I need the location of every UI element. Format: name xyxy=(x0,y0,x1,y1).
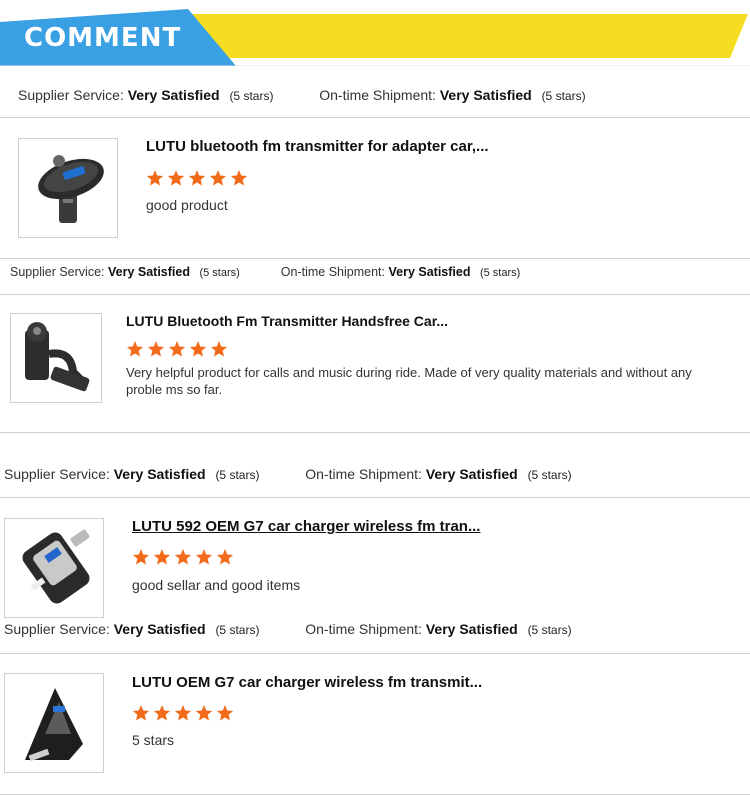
star-icon xyxy=(174,705,192,721)
divider xyxy=(0,432,750,433)
divider xyxy=(0,497,750,498)
review-comment: good sellar and good items xyxy=(132,577,301,593)
divider xyxy=(0,653,750,654)
product-thumbnail[interactable] xyxy=(18,138,118,238)
product-thumbnail[interactable] xyxy=(4,518,104,618)
star-rating xyxy=(132,548,237,568)
review-comment: Very helpful product for calls and music… xyxy=(126,365,692,397)
star-icon xyxy=(132,549,150,565)
star-icon xyxy=(216,705,234,721)
divider xyxy=(0,117,750,118)
star-icon xyxy=(153,705,171,721)
supplier-value: Very Satisfied xyxy=(127,87,220,103)
product-thumbnail[interactable] xyxy=(10,313,102,403)
supplier-label: Supplier Service: xyxy=(10,265,105,279)
shipment-value: Very Satisfied xyxy=(439,87,532,103)
star-icon xyxy=(195,705,213,721)
banner-title: COMMENT xyxy=(24,23,182,53)
star-icon xyxy=(147,341,165,357)
divider xyxy=(0,294,750,295)
supplier-value: Very Satisfied xyxy=(107,265,190,279)
shipment-note: (5 stars) xyxy=(541,89,586,103)
banner-yellow-band xyxy=(150,14,748,58)
shipment-note: (5 stars) xyxy=(527,623,572,637)
supplier-note: (5 stars) xyxy=(215,623,260,637)
fm-transmitter-round-icon xyxy=(38,155,104,223)
review-comment: 5 stars xyxy=(132,732,175,748)
shipment-value: Very Satisfied xyxy=(388,265,471,279)
review-1-ratings: Supplier Service: Very Satisfied (5 star… xyxy=(18,87,586,107)
fm-transmitter-gooseneck-icon xyxy=(25,322,90,392)
shipment-value: Very Satisfied xyxy=(425,466,518,482)
star-rating xyxy=(126,340,231,360)
product-title-link[interactable]: LUTU Bluetooth Fm Transmitter Handsfree … xyxy=(126,313,448,329)
star-icon xyxy=(126,341,144,357)
shipment-label: On-time Shipment: xyxy=(319,87,436,103)
star-icon xyxy=(132,705,150,721)
review-4-ratings: Supplier Service: Very Satisfied (5 star… xyxy=(4,621,572,641)
shipment-label: On-time Shipment: xyxy=(305,621,422,637)
star-icon xyxy=(168,341,186,357)
shipment-value: Very Satisfied xyxy=(425,621,518,637)
supplier-label: Supplier Service: xyxy=(4,466,110,482)
star-rating xyxy=(146,169,251,189)
supplier-label: Supplier Service: xyxy=(18,87,124,103)
supplier-note: (5 stars) xyxy=(215,468,260,482)
shipment-label: On-time Shipment: xyxy=(280,265,385,279)
review-2-ratings: Supplier Service: Very Satisfied (5 star… xyxy=(10,265,520,285)
shipment-note: (5 stars) xyxy=(527,468,572,482)
product-thumbnail[interactable] xyxy=(4,673,104,773)
divider xyxy=(0,258,750,259)
product-title-link[interactable]: LUTU bluetooth fm transmitter for adapte… xyxy=(146,138,489,155)
star-icon xyxy=(174,549,192,565)
star-icon xyxy=(146,170,164,186)
supplier-note: (5 stars) xyxy=(199,267,240,279)
shipment-label: On-time Shipment: xyxy=(305,466,422,482)
star-rating xyxy=(132,704,237,724)
product-title-link[interactable]: LUTU 592 OEM G7 car charger wireless fm … xyxy=(132,518,480,535)
review-comment: good product xyxy=(146,197,228,213)
car-charger-g7-icon xyxy=(22,529,90,604)
star-icon xyxy=(230,170,248,186)
supplier-value: Very Satisfied xyxy=(113,621,206,637)
product-title-link[interactable]: LUTU OEM G7 car charger wireless fm tran… xyxy=(132,674,482,691)
review-3-ratings: Supplier Service: Very Satisfied (5 star… xyxy=(4,466,572,486)
comment-banner: COMMENT xyxy=(0,0,750,66)
supplier-value: Very Satisfied xyxy=(113,466,206,482)
car-charger-g7-black-icon xyxy=(25,688,83,762)
star-icon xyxy=(210,341,228,357)
star-icon xyxy=(189,341,207,357)
supplier-label: Supplier Service: xyxy=(4,621,110,637)
supplier-note: (5 stars) xyxy=(229,89,274,103)
star-icon xyxy=(209,170,227,186)
star-icon xyxy=(153,549,171,565)
star-icon xyxy=(188,170,206,186)
star-icon xyxy=(195,549,213,565)
star-icon xyxy=(167,170,185,186)
shipment-note: (5 stars) xyxy=(479,267,521,279)
star-icon xyxy=(216,549,234,565)
